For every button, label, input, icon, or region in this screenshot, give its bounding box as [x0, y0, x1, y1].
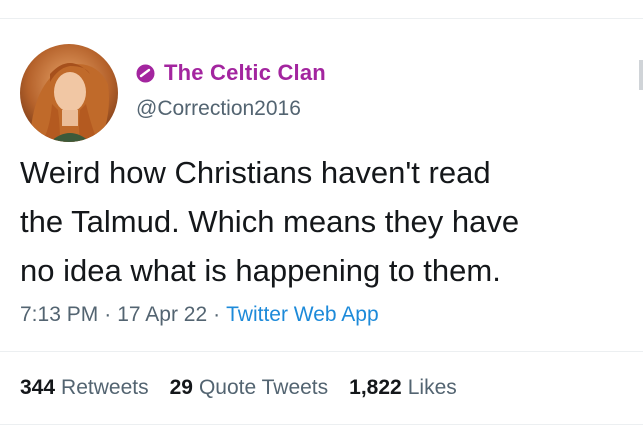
- retweets-stat[interactable]: 344 Retweets: [20, 376, 149, 400]
- quote-tweets-count: 29: [169, 376, 193, 399]
- stats-divider: [0, 351, 643, 352]
- tweet-text: Weird how Christians haven't read the Ta…: [20, 155, 520, 288]
- bottom-divider: [0, 424, 643, 425]
- meta-separator: ·: [213, 303, 221, 326]
- tweet-source[interactable]: Twitter Web App: [226, 303, 379, 327]
- tweet-meta: 7:13 PM · 17 Apr 22 · Twitter Web App: [20, 303, 379, 327]
- quote-tweets-stat[interactable]: 29 Quote Tweets: [170, 376, 329, 400]
- likes-stat[interactable]: 1,822 Likes: [349, 376, 457, 400]
- scrollbar[interactable]: [639, 60, 643, 90]
- likes-count: 1,822: [349, 376, 402, 399]
- retweets-label: Retweets: [61, 376, 149, 399]
- retweets-count: 344: [20, 376, 56, 399]
- likes-label: Likes: [407, 376, 457, 399]
- magenta-circle-slash-icon: [136, 64, 155, 83]
- name-row: The Celtic Clan: [136, 60, 326, 86]
- tweet-card: The Celtic Clan @Correction2016 Weird ho…: [0, 0, 643, 432]
- tweet-time[interactable]: 7:13 PM: [20, 303, 98, 327]
- tweet-date[interactable]: 17 Apr 22: [117, 303, 207, 327]
- avatar[interactable]: [20, 44, 118, 142]
- display-name[interactable]: The Celtic Clan: [164, 60, 326, 86]
- user-handle[interactable]: @Correction2016: [136, 97, 301, 121]
- engagement-stats: 344 Retweets 29 Quote Tweets 1,822 Likes: [20, 376, 478, 400]
- meta-separator: ·: [104, 303, 112, 326]
- quote-tweets-label: Quote Tweets: [198, 376, 329, 399]
- top-divider: [0, 18, 643, 19]
